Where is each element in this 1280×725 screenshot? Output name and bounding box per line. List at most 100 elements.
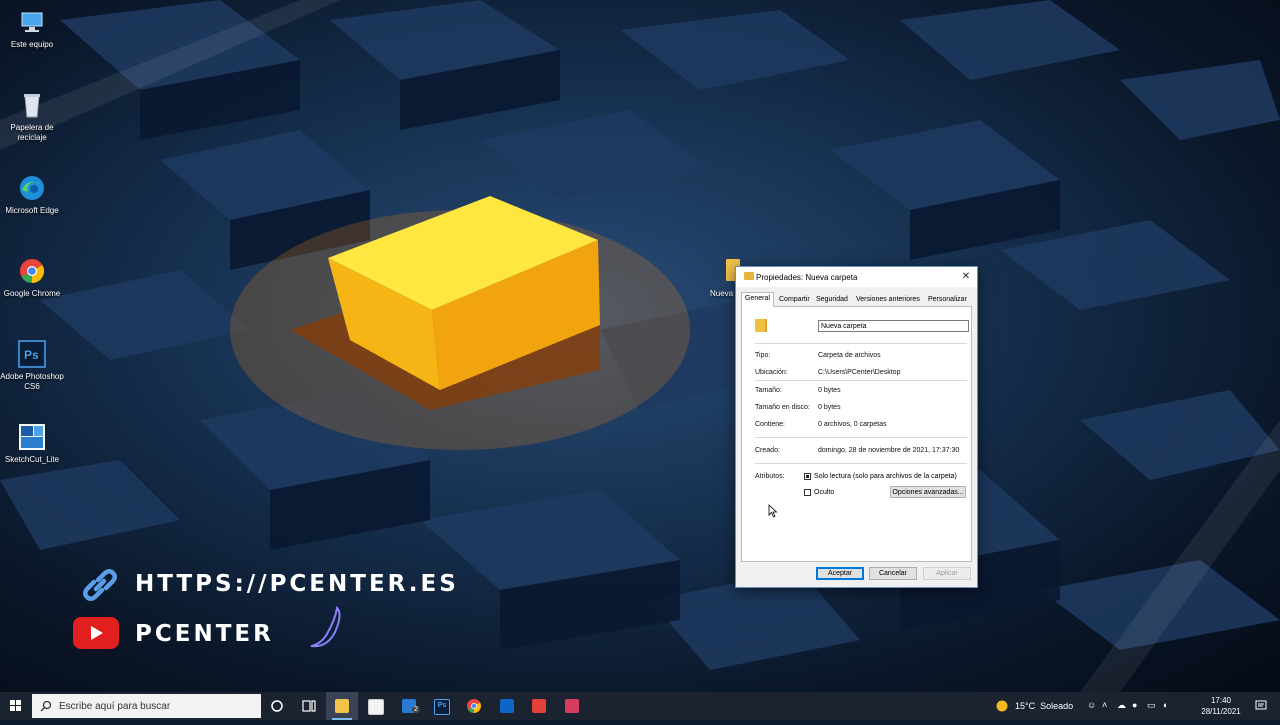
prop-label-creado: Creado:: [755, 447, 780, 454]
taskbar-photoshop[interactable]: Ps: [425, 692, 457, 720]
microphone-icon[interactable]: ●: [1132, 700, 1137, 710]
cortana-button[interactable]: [261, 692, 293, 720]
desktop-icon-photoshop[interactable]: Ps Adobe Photoshop CS6: [0, 339, 64, 392]
mail-badge: 2: [412, 706, 420, 713]
task-view-icon: [302, 700, 316, 712]
desktop: Este equipo Papelera de reciclaje Micros…: [0, 0, 1280, 692]
chevron-up-icon[interactable]: ˄: [1102, 700, 1107, 710]
photoshop-icon: Ps: [17, 339, 47, 369]
prop-label-contiene: Contiene:: [755, 421, 785, 428]
chrome-icon: [467, 699, 481, 713]
search-box[interactable]: Escribe aquí para buscar: [32, 694, 261, 718]
start-button[interactable]: [0, 692, 32, 720]
divider: [755, 463, 967, 464]
search-placeholder: Escribe aquí para buscar: [59, 701, 171, 712]
clock-time: 17:40: [1210, 696, 1232, 705]
divider: [755, 380, 967, 381]
watermark-brand: PCENTER: [135, 621, 274, 647]
taskbar-app-pink[interactable]: [556, 692, 588, 720]
ok-button[interactable]: Aceptar: [816, 567, 864, 580]
mouse-cursor-icon: [768, 504, 778, 518]
taskbar-file-explorer[interactable]: [326, 692, 358, 720]
prop-label-tamano-disco: Tamaño en disco:: [755, 404, 810, 411]
svg-text:Ps: Ps: [24, 348, 39, 362]
notification-icon: [1255, 700, 1267, 710]
desktop-icon-label: Papelera de reciclaje: [10, 123, 54, 142]
apply-button[interactable]: Aplicar: [923, 567, 971, 580]
general-panel: Nueva carpeta Tipo: Carpeta de archivos …: [741, 306, 972, 562]
prop-label-tamano: Tamaño:: [755, 387, 782, 394]
desktop-icon-label: Microsoft Edge: [5, 206, 59, 215]
pcenter-logo-icon: [305, 604, 345, 650]
taskbar-chrome[interactable]: [458, 692, 490, 720]
clock-date: 28/11/2021: [1201, 707, 1241, 716]
dialog-titlebar[interactable]: Propiedades: Nueva carpeta ✕: [736, 267, 977, 287]
close-button[interactable]: ✕: [955, 267, 977, 287]
network-icon[interactable]: ▭: [1147, 700, 1156, 711]
photoshop-icon: Ps: [434, 699, 450, 715]
search-icon: [40, 700, 52, 712]
sun-icon: [996, 700, 1008, 712]
tab-compartir[interactable]: Compartir: [776, 294, 813, 306]
tab-general[interactable]: General: [741, 292, 774, 307]
windows-logo-icon: [10, 700, 21, 711]
clock[interactable]: 17:40 28/11/2021: [1196, 695, 1246, 717]
desktop-icon-label: SketchCut_Lite: [4, 455, 60, 464]
tab-versiones-anteriores[interactable]: Versiones anteriores: [853, 294, 923, 306]
sketchcut-icon: [17, 422, 47, 452]
taskbar-store[interactable]: [359, 692, 391, 720]
folder-icon: [744, 272, 754, 280]
cancel-button[interactable]: Cancelar: [869, 567, 917, 580]
taskbar-mail[interactable]: 2: [393, 692, 425, 720]
task-view-button[interactable]: [293, 692, 325, 720]
divider: [755, 437, 967, 438]
prop-value-tipo: Carpeta de archivos: [818, 352, 881, 359]
taskbar-app-red[interactable]: [523, 692, 555, 720]
folder-name-input[interactable]: Nueva carpeta: [818, 320, 969, 332]
prop-value-tamano: 0 bytes: [818, 387, 841, 394]
weather-widget[interactable]: 15°C Soleado: [994, 692, 1078, 720]
readonly-label[interactable]: Solo lectura (solo para archivos de la c…: [814, 473, 957, 480]
tab-seguridad[interactable]: Seguridad: [813, 294, 851, 306]
desktop-icon-chrome[interactable]: Google Chrome: [0, 256, 64, 299]
tab-personalizar[interactable]: Personalizar: [925, 294, 970, 306]
system-tray-icons: ☺ ˄ ☁ ● ▭ ◖: [1084, 692, 1180, 720]
advanced-options-button[interactable]: Opciones avanzadas...: [890, 486, 966, 498]
notifications-button[interactable]: [1252, 692, 1272, 720]
dialog-title: Propiedades: Nueva carpeta: [756, 273, 858, 282]
youtube-icon: [73, 617, 119, 649]
app-icon: [565, 699, 579, 713]
desktop-icon-este-equipo[interactable]: Este equipo: [0, 7, 64, 50]
watermark-url: HTTPS://PCENTER.ES: [135, 571, 459, 597]
computer-icon: [17, 7, 47, 37]
recycle-bin-icon: [17, 90, 47, 120]
people-icon[interactable]: ☺: [1087, 700, 1096, 710]
desktop-icon-sketchcut[interactable]: SketchCut_Lite: [0, 422, 64, 465]
store-icon: [368, 699, 384, 715]
hidden-checkbox[interactable]: [804, 489, 811, 496]
volume-icon[interactable]: ◖: [1162, 700, 1167, 710]
hidden-label[interactable]: Oculto: [814, 489, 834, 496]
edge-icon: [17, 173, 47, 203]
prop-value-ubicacion: C:\Users\PCenter\Desktop: [818, 369, 901, 376]
desktop-icon-label: Google Chrome: [3, 289, 61, 298]
desktop-icon-label: Este equipo: [10, 40, 54, 49]
link-icon: [82, 568, 118, 602]
prop-value-creado: domingo, 28 de noviembre de 2021, 17:37:…: [818, 447, 960, 454]
prop-value-contiene: 0 archivos, 0 carpetas: [818, 421, 887, 428]
desktop-icon-edge[interactable]: Microsoft Edge: [0, 173, 64, 216]
prop-label-ubicacion: Ubicación:: [755, 369, 788, 376]
divider: [755, 343, 967, 344]
app-icon: [532, 699, 546, 713]
cortana-icon: [271, 700, 283, 712]
file-explorer-icon: [335, 699, 349, 713]
prop-value-tamano-disco: 0 bytes: [818, 404, 841, 411]
dialog-tabs: General Compartir Seguridad Versiones an…: [741, 292, 972, 307]
taskbar-outlook[interactable]: [491, 692, 523, 720]
cloud-icon[interactable]: ☁: [1117, 700, 1126, 711]
prop-label-tipo: Tipo:: [755, 352, 771, 359]
prop-label-atributos: Atributos:: [755, 473, 785, 480]
desktop-icon-papelera[interactable]: Papelera de reciclaje: [0, 90, 64, 143]
readonly-checkbox[interactable]: [804, 473, 811, 480]
properties-dialog: Propiedades: Nueva carpeta ✕ General Com…: [735, 266, 978, 588]
